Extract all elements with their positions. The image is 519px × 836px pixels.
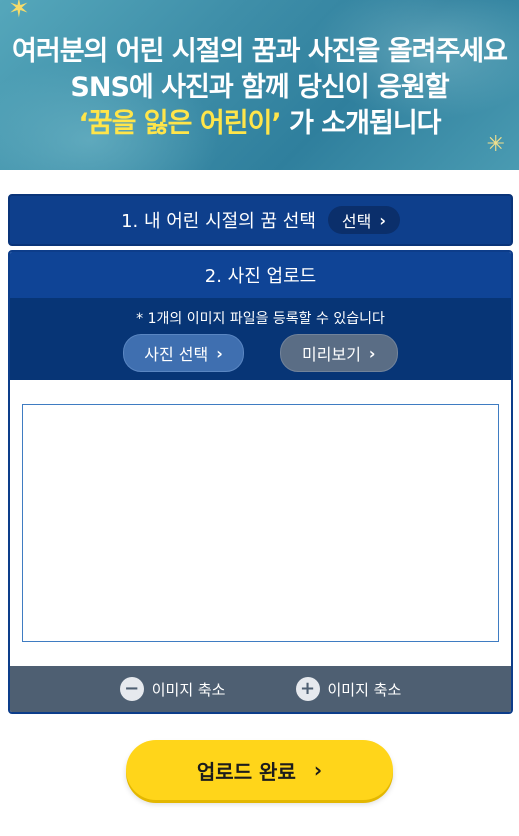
plus-circle-icon: + [295, 677, 320, 701]
zoom-in-button[interactable]: + 이미지 축소 [295, 677, 402, 701]
upload-complete-label: 업로드 완료 [196, 759, 296, 784]
chevron-right-icon: › [368, 343, 376, 363]
select-photo-label: 사진 선택 [144, 345, 209, 364]
sparkle-icon: ✶ [8, 0, 30, 24]
image-canvas-area [10, 380, 511, 666]
upload-note: * 1개의 이미지 파일을 등록할 수 있습니다 [136, 311, 385, 327]
zoom-out-button[interactable]: − 이미지 축소 [119, 677, 226, 701]
chevron-right-icon: › [379, 210, 386, 230]
dream-select-title: 1. 내 어린 시절의 꿈 선택 [121, 211, 316, 232]
preview-button[interactable]: 미리보기 › [279, 334, 398, 372]
photo-upload-header: 2. 사진 업로드 [10, 252, 511, 298]
upload-complete-button[interactable]: 업로드 완료 › [126, 740, 393, 800]
banner-headline: 여러분의 어린 시절의 꿈과 사진을 올려주세요 SNS에 사진과 함께 당신이… [0, 34, 519, 142]
preview-label: 미리보기 [302, 345, 361, 364]
hero-banner: ✶ ✳ 여러분의 어린 시절의 꿈과 사진을 올려주세요 SNS에 사진과 함께… [0, 0, 519, 170]
photo-upload-title: 2. 사진 업로드 [204, 266, 317, 287]
banner-line-1: 여러분의 어린 시절의 꿈과 사진을 올려주세요 [12, 36, 508, 67]
dream-select-button[interactable]: 선택 › [327, 206, 400, 234]
upload-button-group: 사진 선택 › 미리보기 › [10, 334, 511, 372]
select-photo-button[interactable]: 사진 선택 › [123, 334, 244, 372]
photo-upload-section: 2. 사진 업로드 * 1개의 이미지 파일을 등록할 수 있습니다 사진 선택… [8, 250, 513, 714]
zoom-in-label: 이미지 축소 [327, 680, 402, 699]
banner-highlight: ‘꿈을 잃은 어린이’ [78, 108, 281, 139]
minus-circle-icon: − [119, 677, 144, 701]
zoom-out-label: 이미지 축소 [151, 680, 226, 699]
banner-line-3-rest: 가 소개됩니다 [280, 108, 441, 139]
chevron-right-icon: › [216, 343, 223, 363]
photo-upload-controls: * 1개의 이미지 파일을 등록할 수 있습니다 사진 선택 › 미리보기 › [10, 298, 511, 380]
image-preview-frame[interactable] [22, 404, 499, 642]
dream-select-section: 1. 내 어린 시절의 꿈 선택 선택 › [8, 194, 513, 246]
dream-select-button-label: 선택 [341, 212, 372, 231]
banner-line-2: SNS에 사진과 함께 당신이 응원할 [70, 72, 449, 103]
banner-line-3: ‘꿈을 잃은 어린이’ 가 소개됩니다 [0, 106, 519, 142]
zoom-toolbar: − 이미지 축소 + 이미지 축소 [10, 666, 511, 712]
chevron-right-icon: › [313, 758, 323, 782]
